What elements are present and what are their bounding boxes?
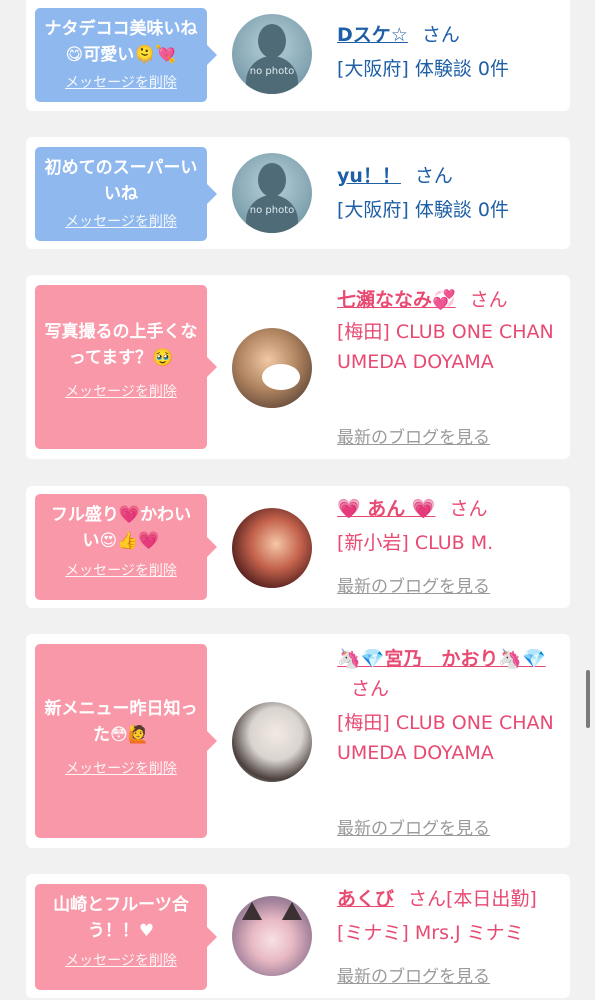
message-card: 新メニュー昨日知った😳🙋 メッセージを削除 🦄💎宮乃 かおり🦄💎 さん [梅田] … <box>26 634 570 848</box>
avatar-silhouette-head <box>258 24 286 58</box>
message-text: フル盛り💗かわいい😍👍💗 <box>50 505 192 551</box>
avatar[interactable] <box>232 508 312 588</box>
delete-message-link[interactable]: メッセージを削除 <box>65 950 177 970</box>
message-card: フル盛り💗かわいい😍👍💗 メッセージを削除 💗 あん 💗 さん [新小岩] CLU… <box>26 486 570 608</box>
sender-info: [ミナミ] Mrs.J ミナミ <box>337 922 524 944</box>
sender-name-link[interactable]: 🦄💎宮乃 かおり🦄💎 <box>337 648 546 670</box>
message-list: ナタデココ美味いね😋可愛い🫠💘 メッセージを削除 no photo Dスケ☆ さん… <box>0 0 595 1000</box>
honorific: さん[本日出勤] <box>408 888 537 910</box>
sender-name-link[interactable]: yu！！ <box>337 165 401 187</box>
honorific: さん <box>469 289 508 311</box>
sender-name-link[interactable]: 💗 あん 💗 <box>337 498 436 520</box>
sender-line: 七瀬ななみ💞 さん <box>337 285 559 315</box>
message-card: ナタデココ美味いね😋可愛い🫠💘 メッセージを削除 no photo Dスケ☆ さん… <box>26 0 570 111</box>
message-text: ナタデココ美味いね😋可愛い🫠💘 <box>44 19 198 65</box>
delete-message-link[interactable]: メッセージを削除 <box>65 381 177 401</box>
latest-blog-link[interactable]: 最新のブログを見る <box>337 814 490 839</box>
sender-name-link[interactable]: 七瀬ななみ💞 <box>337 289 456 311</box>
honorific: さん <box>414 165 453 187</box>
delete-message-link[interactable]: メッセージを削除 <box>65 758 177 778</box>
sender-line: yu！！ さん <box>337 161 559 191</box>
message-bubble: 新メニュー昨日知った😳🙋 メッセージを削除 <box>35 644 217 838</box>
delete-message-link[interactable]: メッセージを削除 <box>65 211 177 231</box>
latest-blog-link[interactable]: 最新のブログを見る <box>337 962 490 987</box>
latest-blog-link[interactable]: 最新のブログを見る <box>337 572 490 597</box>
message-bubble: 山崎とフルーツ合う！！♥ メッセージを削除 <box>35 884 217 990</box>
cat-ear-left <box>242 902 262 920</box>
honorific: さん <box>421 24 460 46</box>
avatar[interactable]: no photo <box>232 14 312 94</box>
avatar-sticker <box>262 364 300 390</box>
sender-info: [新小岩] CLUB M. <box>337 532 494 554</box>
sender-info: [大阪府] 体験談 0件 <box>337 58 509 80</box>
message-text: 新メニュー昨日知った😳🙋 <box>44 699 198 745</box>
avatar[interactable] <box>232 896 312 976</box>
message-bubble: 写真撮るの上手くなってます？🥹 メッセージを削除 <box>35 285 217 449</box>
avatar[interactable]: no photo <box>232 153 312 233</box>
message-bubble: 初めてのスーパーいいね メッセージを削除 <box>35 147 217 241</box>
honorific: さん <box>351 678 390 700</box>
message-bubble: ナタデココ美味いね😋可愛い🫠💘 メッセージを削除 <box>35 8 217 102</box>
scrollbar[interactable] <box>586 670 590 728</box>
no-photo-caption: no photo <box>249 205 295 216</box>
honorific: さん <box>449 498 488 520</box>
delete-message-link[interactable]: メッセージを削除 <box>65 560 177 580</box>
cat-ear-right <box>282 902 302 920</box>
message-card: 初めてのスーパーいいね メッセージを削除 no photo yu！！ さん [大阪… <box>26 137 570 249</box>
sender-name-link[interactable]: Dスケ☆ <box>337 24 408 46</box>
no-photo-caption: no photo <box>249 66 295 77</box>
message-bubble: フル盛り💗かわいい😍👍💗 メッセージを削除 <box>35 494 217 600</box>
latest-blog-link[interactable]: 最新のブログを見る <box>337 423 490 448</box>
delete-message-link[interactable]: メッセージを削除 <box>65 72 177 92</box>
sender-line: あくび さん[本日出勤] <box>337 884 567 914</box>
message-text: 写真撮るの上手くなってます？🥹 <box>44 322 198 368</box>
sender-line: 💗 あん 💗 さん <box>337 494 559 524</box>
sender-name-link[interactable]: あくび <box>337 888 394 910</box>
message-card: 写真撮るの上手くなってます？🥹 メッセージを削除 七瀬ななみ💞 さん [梅田] C… <box>26 275 570 459</box>
message-card: 山崎とフルーツ合う！！♥ メッセージを削除 あくび さん[本日出勤] [ミナミ] … <box>26 874 570 998</box>
avatar[interactable] <box>232 328 312 408</box>
message-text: 初めてのスーパーいいね <box>44 158 198 204</box>
sender-info: [大阪府] 体験談 0件 <box>337 199 509 221</box>
sender-info: [梅田] CLUB ONE CHAN UMEDA DOYAMA <box>337 712 554 764</box>
message-text: 山崎とフルーツ合う！！♥ <box>53 895 189 941</box>
sender-line: Dスケ☆ さん <box>337 20 559 50</box>
avatar-silhouette-head <box>258 163 286 197</box>
avatar[interactable] <box>232 702 312 782</box>
sender-info: [梅田] CLUB ONE CHAN UMEDA DOYAMA <box>337 321 554 373</box>
sender-line: 🦄💎宮乃 かおり🦄💎 さん <box>337 644 559 704</box>
